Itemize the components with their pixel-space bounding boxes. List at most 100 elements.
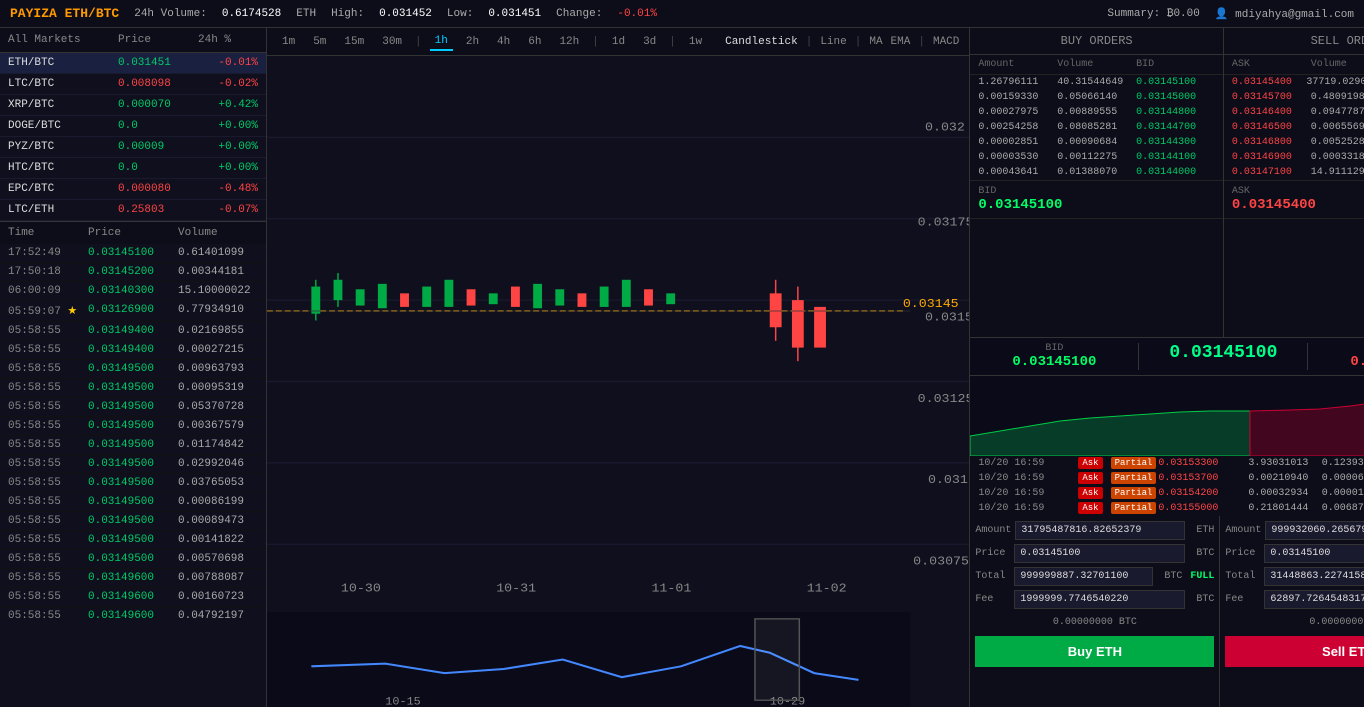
sell-orders-header: ASK Volume Amount	[1224, 55, 1364, 75]
volume-value: 0.6174528	[222, 8, 281, 20]
trade-volume: 0.00141822	[178, 534, 258, 546]
market-price: 0.000070	[118, 99, 198, 111]
sell-button[interactable]: Sell ETH	[1225, 636, 1364, 667]
rt-tag: Partial	[1111, 472, 1157, 484]
market-row-eth-btc[interactable]: ETH/BTC 0.031451 -0.01%	[0, 53, 266, 74]
sell-order-row[interactable]: 0.03146800 0.00525283 0.00016530	[1224, 135, 1364, 150]
tf-1m[interactable]: 1m	[277, 34, 300, 50]
order-bid: 0.03144100	[1136, 152, 1215, 163]
buy-orders-header: Amount Volume BID	[970, 55, 1223, 75]
trade-time: 05:58:55	[8, 496, 88, 508]
chart-type-macd[interactable]: MACD	[933, 36, 959, 48]
ask-label: ASK	[1232, 186, 1364, 197]
tf-5m[interactable]: 5m	[308, 34, 331, 50]
sell-order-row[interactable]: 0.03147100 14.91112970 0.46926816	[1224, 165, 1364, 180]
main-layout: All Markets Price 24h % ETH/BTC 0.031451…	[0, 28, 1364, 707]
trade-time: 05:58:55	[8, 458, 88, 470]
order-volume: 0.09477872	[1311, 107, 1364, 118]
trade-row: 05:58:55 0.03149400 0.02169855	[0, 322, 266, 341]
trade-row: 05:58:55 0.03149500 0.00086199	[0, 493, 266, 512]
chart-type-candlestick[interactable]: Candlestick	[725, 36, 798, 48]
market-row-ltc-eth[interactable]: LTC/ETH 0.25803 -0.07%	[0, 200, 266, 221]
buy-amount-input[interactable]	[1015, 521, 1185, 540]
tf-12h[interactable]: 12h	[554, 34, 584, 50]
rt-tag: Partial	[1111, 487, 1157, 499]
order-amount: 0.00003530	[978, 152, 1057, 163]
tf-6h[interactable]: 6h	[523, 34, 546, 50]
sell-order-row[interactable]: 0.03146400 0.09477872 0.00298212	[1224, 105, 1364, 120]
trade-row: 05:58:55 0.03149600 0.04792197	[0, 607, 266, 624]
order-volume: 0.01388070	[1057, 167, 1136, 178]
buy-order-row[interactable]: 0.00002851 0.00090684 0.03144300	[970, 135, 1223, 150]
trade-volume: 0.05370728	[178, 401, 258, 413]
center-panel: 1m 5m 15m 30m | 1h 2h 4h 6h 12h | 1d 3d …	[267, 28, 969, 707]
buy-order-row[interactable]: 0.00254258 0.08085281 0.03144700	[970, 120, 1223, 135]
trade-price: 0.03145200	[88, 266, 178, 278]
tf-4h[interactable]: 4h	[492, 34, 515, 50]
trade-time: 05:59:07 ★	[8, 304, 88, 318]
user-account[interactable]: mdiyahya@gmail.com	[1215, 7, 1354, 21]
sep3: |	[669, 36, 676, 48]
market-row-epc-btc[interactable]: EPC/BTC 0.000080 -0.48%	[0, 179, 266, 200]
sell-order-row[interactable]: 0.03145700 0.48091980 0.01512829	[1224, 90, 1364, 105]
header-right: Summary: ₿0.00 mdiyahya@gmail.com	[1107, 7, 1354, 21]
center-mid-price: 0.03145100	[1139, 343, 1307, 363]
market-price: 0.0	[118, 120, 198, 132]
market-row-doge-btc[interactable]: DOGE/BTC 0.0 +0.00%	[0, 116, 266, 137]
chart-type-ema[interactable]: EMA	[891, 36, 911, 48]
svg-text:0.03145: 0.03145	[903, 296, 959, 310]
market-row-ltc-btc[interactable]: LTC/BTC 0.008098 -0.02%	[0, 74, 266, 95]
order-volume: 40.31544649	[1057, 77, 1136, 88]
sell-order-row[interactable]: 0.03145400 37719.02909816 1186.41434125	[1224, 75, 1364, 90]
market-row-xrp-btc[interactable]: XRP/BTC 0.000070 +0.42%	[0, 95, 266, 116]
rt-type: Ask	[1078, 457, 1102, 469]
trade-time: 17:52:49	[8, 247, 88, 259]
tf-1d[interactable]: 1d	[607, 34, 630, 50]
market-row-pyz-btc[interactable]: PYZ/BTC 0.00009 +0.00%	[0, 137, 266, 158]
tf-2h[interactable]: 2h	[461, 34, 484, 50]
markets-col-name: All Markets	[8, 34, 118, 46]
buy-order-row[interactable]: 0.00003530 0.00112275 0.03144100	[970, 150, 1223, 165]
buy-fee-input[interactable]	[1014, 590, 1185, 609]
tf-3d[interactable]: 3d	[638, 34, 661, 50]
buy-price-input[interactable]	[1014, 544, 1185, 563]
market-row-htc-btc[interactable]: HTC/BTC 0.0 +0.00%	[0, 158, 266, 179]
trade-time: 05:58:55	[8, 439, 88, 451]
chart-type-ma[interactable]: MA	[869, 36, 882, 48]
trade-price: 0.03149500	[88, 515, 178, 527]
rt-date: 10/20 16:59	[978, 503, 1078, 514]
chart-type-line[interactable]: Line	[820, 36, 846, 48]
buy-order-row[interactable]: 0.00043641 0.01388070 0.03144000	[970, 165, 1223, 180]
order-bid: 0.03144300	[1136, 137, 1215, 148]
trade-price: 0.03149500	[88, 439, 178, 451]
buy-button[interactable]: Buy ETH	[975, 636, 1214, 667]
sell-order-row[interactable]: 0.03146900 0.00033183 0.00001044	[1224, 150, 1364, 165]
sell-fee-row: Fee BTC	[1225, 590, 1364, 609]
sell-amount-input[interactable]	[1265, 521, 1364, 540]
sell-price-input[interactable]	[1264, 544, 1364, 563]
market-price: 0.0	[118, 162, 198, 174]
tf-1w[interactable]: 1w	[684, 34, 707, 50]
tf-15m[interactable]: 15m	[339, 34, 369, 50]
buy-order-row[interactable]: 0.00027975 0.00889555 0.03144800	[970, 105, 1223, 120]
trade-time: 05:58:55	[8, 363, 88, 375]
tf-30m[interactable]: 30m	[377, 34, 407, 50]
order-volume: 0.08085281	[1057, 122, 1136, 133]
sell-total-input[interactable]	[1264, 567, 1364, 586]
order-bid: 0.03144000	[1136, 167, 1215, 178]
svg-text:0.03075: 0.03075	[913, 554, 969, 568]
trade-time: 05:58:55	[8, 477, 88, 489]
buy-total-input[interactable]	[1014, 567, 1153, 586]
trade-price: 0.03149500	[88, 534, 178, 546]
sell-order-row[interactable]: 0.03146500 0.00655697 0.00020632	[1224, 120, 1364, 135]
rt-type: Ask	[1078, 487, 1102, 499]
sell-fee-input[interactable]	[1264, 590, 1364, 609]
market-name: HTC/BTC	[8, 162, 118, 174]
buy-order-row[interactable]: 0.00159330 0.05066140 0.03145000	[970, 90, 1223, 105]
svg-text:11-01: 11-01	[651, 581, 691, 595]
buy-order-row[interactable]: 1.26796111 40.31544649 0.03145100	[970, 75, 1223, 90]
tf-1h[interactable]: 1h	[430, 33, 453, 51]
rt-type: Ask	[1078, 472, 1102, 484]
trade-volume: 0.00089473	[178, 515, 258, 527]
trade-row: 05:59:07 ★ 0.03126900 0.77934910	[0, 301, 266, 322]
